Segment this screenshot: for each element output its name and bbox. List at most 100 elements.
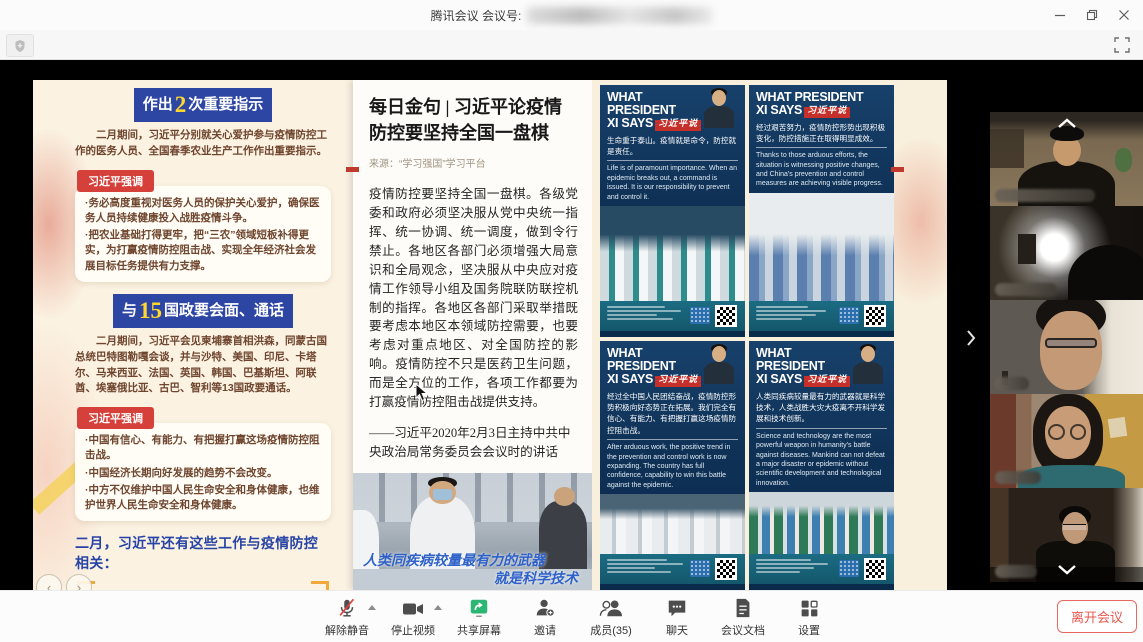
participant-video-5[interactable]: [990, 488, 1143, 582]
chat-button[interactable]: 聊天: [644, 596, 710, 638]
caption-bar: [756, 563, 828, 565]
participant-name-blurred: [995, 283, 1057, 296]
caption-bar: [607, 571, 671, 573]
members-button[interactable]: 成员(35): [578, 596, 644, 638]
qr-code: [715, 558, 737, 580]
caption-bar: [607, 306, 665, 308]
participant-glasses: [1045, 338, 1097, 348]
doc-page-posters: WHAT PRESIDENT XI SAYS习近平说 生命重于泰山。疫情就是命令…: [592, 80, 947, 590]
security-shield-icon[interactable]: [6, 34, 34, 57]
leave-meeting-button[interactable]: 离开会议: [1057, 600, 1137, 633]
poster-footer: [749, 554, 894, 584]
close-button[interactable]: [1115, 6, 1133, 24]
meeting-toolbar: 解除静音 停止视频 共享屏幕: [0, 590, 1143, 642]
poster-quote-cn: 人类同疾病较量最有力的武器就是科学技术，人类战胜大灾大疫离不开科学发展和技术创新…: [756, 391, 887, 425]
poster-quote-en: Life is of paramount importance. When an…: [607, 164, 738, 202]
screen-share-icon: [468, 596, 490, 619]
participant-name-blurred: [995, 189, 1095, 202]
toolbar-label: 聊天: [666, 622, 688, 638]
curtain-tape: [1108, 417, 1127, 438]
poster-title-text: XI SAYS: [756, 103, 802, 117]
doc-page-daily-quote: 每日金句 | 习近平论疫情防控要坚持全国一盘棋 来源：“学习强国”学习平台 疫情…: [353, 80, 592, 590]
meeting-docs-button[interactable]: 会议文档: [710, 596, 776, 638]
qr-code: [715, 305, 737, 327]
divider: [607, 160, 738, 161]
poster-title-text: XI SAYS: [607, 372, 653, 386]
caption-bar: [607, 314, 657, 316]
minimize-button[interactable]: [1051, 6, 1069, 24]
participant-video-2[interactable]: [990, 206, 1143, 300]
collapse-video-panel-button[interactable]: [961, 323, 981, 353]
caption-bar: [756, 571, 800, 573]
restore-button[interactable]: [1083, 6, 1101, 24]
plant: [1115, 148, 1132, 172]
scroll-up-button[interactable]: [1055, 117, 1079, 129]
section-banner-wrap: 作出2次重要指示: [75, 88, 331, 122]
unmute-button[interactable]: 解除静音: [314, 596, 380, 638]
photo-xi-mask: [433, 489, 452, 500]
participant-name-blurred: [995, 377, 1029, 390]
section-banner-meetings: 与15国政要会面、通话: [113, 294, 293, 328]
section-heading: 二月，习近平还有这些工作与疫情防控相关：: [75, 533, 331, 573]
divider: [607, 439, 738, 440]
microphone-muted-icon: [336, 596, 358, 619]
bullet-item: ·把农业基础打得更牢，把“三农”领域短板补得更实，为打赢疫情防控阻击战、实现全年…: [85, 228, 321, 274]
invite-button[interactable]: 邀请: [512, 596, 578, 638]
poster-footer: [749, 301, 894, 331]
video-options-caret[interactable]: [434, 605, 442, 610]
window-controls: [1051, 0, 1133, 30]
photo-caption-line2: 就是科学技术: [363, 568, 578, 588]
bullet-item: ·中方不仅维护中国人民生命安全和身体健康，也维护世界人民生命安全和身体健康。: [85, 483, 321, 513]
divider: [756, 428, 887, 429]
caption-bar: [756, 310, 826, 312]
poster-quote-en: Science and technology are the most powe…: [756, 432, 887, 488]
poster-quote-cn: 经过全中国人民团结奋战，疫情防控形势积极向好态势正在拓展。我们完全有信心、有能力…: [607, 391, 738, 437]
participant-video-3[interactable]: [990, 300, 1143, 394]
poster-quote-cn: 经过艰苦努力，疫情防控形势出现积极变化，防控措施正在取得明显成效。: [756, 122, 887, 145]
xinhua-badge: [839, 560, 859, 577]
poster-photo-medics: [600, 206, 745, 301]
stop-video-button[interactable]: 停止视频: [380, 596, 446, 638]
xi-suit: [704, 106, 734, 128]
fullscreen-icon[interactable]: [1112, 35, 1132, 55]
participant-video-4[interactable]: [990, 394, 1143, 488]
caption-bar: [756, 318, 802, 320]
toolbar-label: 成员(35): [590, 622, 632, 638]
xinhua-badge: [690, 560, 710, 577]
xi-head: [712, 90, 726, 106]
article-title: 每日金句 | 习近平论疫情防控要坚持全国一盘棋: [369, 94, 578, 146]
poster-quote-en: After arduous work, the positive trend i…: [607, 443, 738, 490]
camera-icon: [401, 596, 425, 619]
banner-number: 2: [173, 92, 189, 117]
share-screen-button[interactable]: 共享屏幕: [446, 596, 512, 638]
xinhua-badge: [690, 307, 710, 324]
poster-photo-hazmat: [600, 494, 745, 554]
bullet-item: ·务必高度重视对医务人员的保护关心爱护，确保医务人员持续健康投入战胜疫情斗争。: [85, 196, 321, 226]
caption-bar: [607, 559, 667, 561]
photo-figure-head: [554, 487, 576, 506]
xinhua-badge: [839, 307, 859, 324]
caption-bar: [756, 559, 811, 561]
window-title-group: 腾讯会议 会议号:: [0, 0, 1143, 30]
participant-video-1[interactable]: [990, 112, 1143, 206]
room-shelf: [990, 129, 1024, 168]
bullet-item: ·中国有信心、有能力、有把握打赢这场疫情防控阻击战。: [85, 433, 321, 463]
section-banner-wrap: 与15国政要会面、通话: [75, 294, 331, 328]
caption-bar: [607, 310, 681, 312]
settings-button[interactable]: 设置: [776, 596, 842, 638]
participant-face: [1040, 311, 1101, 390]
emphasis-box: ·中国有信心、有能力、有把握打赢这场疫情防控阻击战。 ·中国经济长期向好发展的趋…: [75, 423, 331, 521]
emphasis-box: ·务必高度重视对医务人员的保护关心爱护，确保医务人员持续健康投入战胜疫情斗争。 …: [75, 186, 331, 282]
toolbar-label: 停止视频: [391, 622, 435, 638]
xi-photo: [698, 344, 740, 384]
footer-caption-lines: [607, 559, 683, 575]
xi-head: [712, 346, 726, 362]
scroll-down-button[interactable]: [1055, 563, 1079, 575]
participant-glasses: [1048, 424, 1065, 440]
mic-options-caret[interactable]: [368, 605, 376, 610]
doc-page-directives: 作出2次重要指示 二月期间，习近平分别就关心爱护参与疫情防控工作的医务人员、全国…: [33, 80, 353, 590]
lab-photo: 人类同疾病较量最有力的武器 就是科学技术: [353, 473, 592, 590]
toolbar-label: 共享屏幕: [457, 622, 501, 638]
poster-footer: [600, 301, 745, 331]
toolbar-label: 邀请: [534, 622, 556, 638]
